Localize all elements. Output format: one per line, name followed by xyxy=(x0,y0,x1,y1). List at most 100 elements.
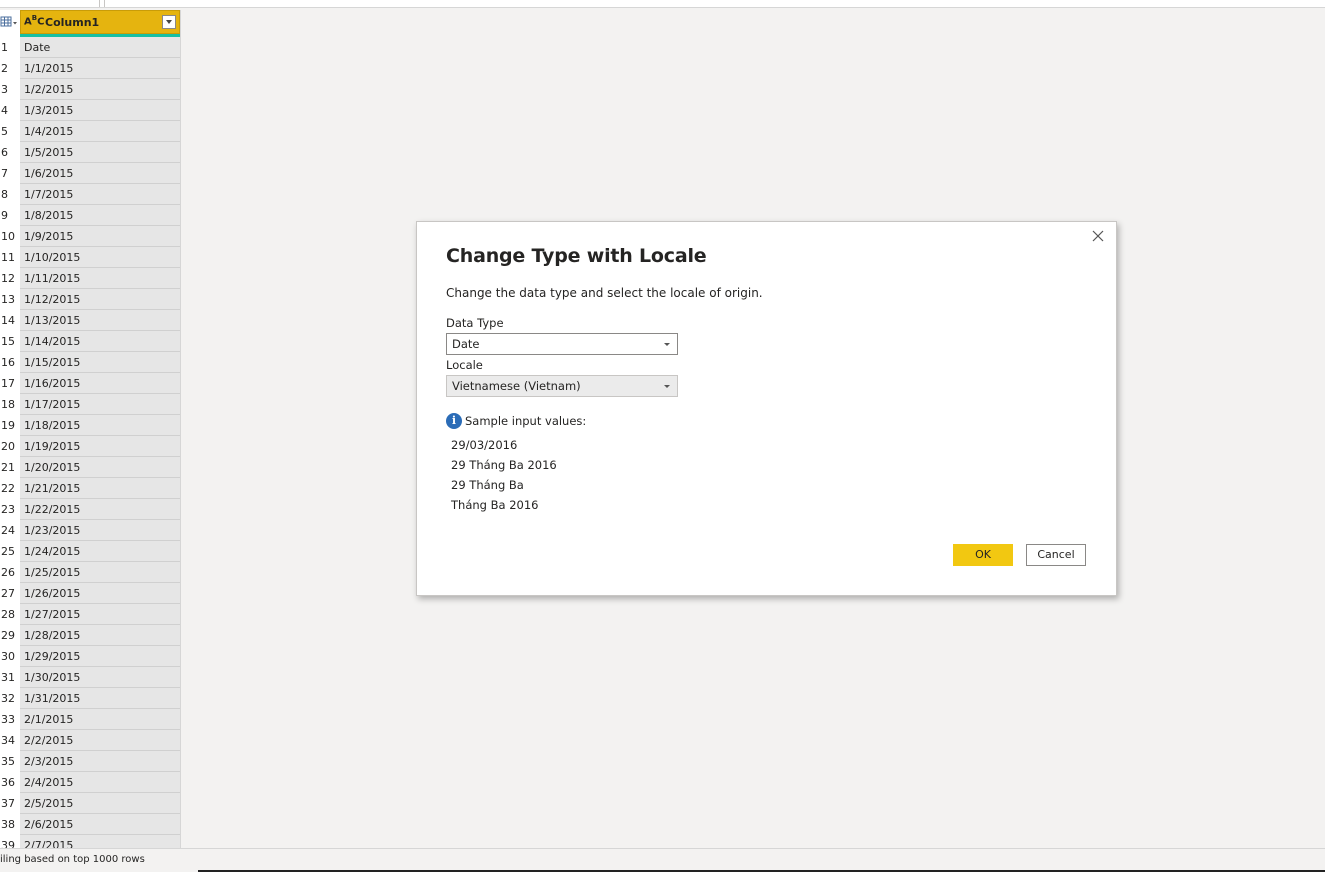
table-cell[interactable]: 1/13/2015 xyxy=(20,310,180,331)
table-cell[interactable]: 1/23/2015 xyxy=(20,520,180,541)
table-cell[interactable]: 1/8/2015 xyxy=(20,205,180,226)
table-row[interactable]: 9 1/8/2015 xyxy=(0,205,180,226)
table-cell[interactable]: 1/10/2015 xyxy=(20,247,180,268)
table-cell[interactable]: 1/25/2015 xyxy=(20,562,180,583)
table-cell[interactable]: 1/2/2015 xyxy=(20,79,180,100)
table-row[interactable]: 8 1/7/2015 xyxy=(0,184,180,205)
cancel-button[interactable]: Cancel xyxy=(1026,544,1086,566)
column-header-label: Column1 xyxy=(45,16,100,29)
table-row[interactable]: 28 1/27/2015 xyxy=(0,604,180,625)
row-number: 31 xyxy=(0,667,20,688)
table-menu-icon[interactable] xyxy=(0,14,19,31)
row-number: 8 xyxy=(0,184,20,205)
column-filter-dropdown-icon[interactable] xyxy=(162,15,176,29)
row-number: 29 xyxy=(0,625,20,646)
table-cell[interactable]: 1/1/2015 xyxy=(20,58,180,79)
table-cell[interactable]: 1/17/2015 xyxy=(20,394,180,415)
toolbar-divider xyxy=(104,0,105,7)
row-number: 37 xyxy=(0,793,20,814)
table-row[interactable]: 39 2/7/2015 xyxy=(0,835,180,848)
table-cell[interactable]: 1/22/2015 xyxy=(20,499,180,520)
table-row[interactable]: 10 1/9/2015 xyxy=(0,226,180,247)
table-cell[interactable]: 1/28/2015 xyxy=(20,625,180,646)
table-cell[interactable]: 1/27/2015 xyxy=(20,604,180,625)
table-row[interactable]: 24 1/23/2015 xyxy=(0,520,180,541)
locale-select[interactable]: Vietnamese (Vietnam) xyxy=(446,375,678,397)
table-row[interactable]: 14 1/13/2015 xyxy=(0,310,180,331)
table-cell[interactable]: 1/21/2015 xyxy=(20,478,180,499)
table-row[interactable]: 11 1/10/2015 xyxy=(0,247,180,268)
table-cell[interactable]: 1/26/2015 xyxy=(20,583,180,604)
table-row[interactable]: 36 2/4/2015 xyxy=(0,772,180,793)
table-row[interactable]: 33 2/1/2015 xyxy=(0,709,180,730)
table-row[interactable]: 13 1/12/2015 xyxy=(0,289,180,310)
table-cell[interactable]: 1/5/2015 xyxy=(20,142,180,163)
table-cell[interactable]: 1/19/2015 xyxy=(20,436,180,457)
table-row[interactable]: 20 1/19/2015 xyxy=(0,436,180,457)
table-row[interactable]: 6 1/5/2015 xyxy=(0,142,180,163)
table-row[interactable]: 5 1/4/2015 xyxy=(0,121,180,142)
table-row[interactable]: 34 2/2/2015 xyxy=(0,730,180,751)
table-row[interactable]: 38 2/6/2015 xyxy=(0,814,180,835)
table-cell[interactable]: 1/14/2015 xyxy=(20,331,180,352)
table-row[interactable]: 1 Date xyxy=(0,37,180,58)
table-row[interactable]: 29 1/28/2015 xyxy=(0,625,180,646)
table-cell[interactable]: 1/15/2015 xyxy=(20,352,180,373)
row-number: 25 xyxy=(0,541,20,562)
table-cell[interactable]: 1/3/2015 xyxy=(20,100,180,121)
table-row[interactable]: 19 1/18/2015 xyxy=(0,415,180,436)
dialog-subtitle: Change the data type and select the loca… xyxy=(446,286,763,300)
table-cell[interactable]: 1/7/2015 xyxy=(20,184,180,205)
table-cell[interactable]: Date xyxy=(20,37,180,58)
column-header-column1[interactable]: ABC Column1 xyxy=(20,10,180,34)
table-row[interactable]: 35 2/3/2015 xyxy=(0,751,180,772)
table-cell[interactable]: 1/9/2015 xyxy=(20,226,180,247)
table-row[interactable]: 16 1/15/2015 xyxy=(0,352,180,373)
table-cell[interactable]: 2/3/2015 xyxy=(20,751,180,772)
table-row[interactable]: 25 1/24/2015 xyxy=(0,541,180,562)
table-cell[interactable]: 2/7/2015 xyxy=(20,835,180,848)
table-cell[interactable]: 2/6/2015 xyxy=(20,814,180,835)
table-cell[interactable]: 1/31/2015 xyxy=(20,688,180,709)
table-row[interactable]: 18 1/17/2015 xyxy=(0,394,180,415)
table-row[interactable]: 30 1/29/2015 xyxy=(0,646,180,667)
table-row[interactable]: 7 1/6/2015 xyxy=(0,163,180,184)
table-row[interactable]: 21 1/20/2015 xyxy=(0,457,180,478)
table-row[interactable]: 27 1/26/2015 xyxy=(0,583,180,604)
table-row[interactable]: 23 1/22/2015 xyxy=(0,499,180,520)
row-number: 36 xyxy=(0,772,20,793)
table-cell[interactable]: 1/24/2015 xyxy=(20,541,180,562)
table-cell[interactable]: 2/5/2015 xyxy=(20,793,180,814)
table-row[interactable]: 15 1/14/2015 xyxy=(0,331,180,352)
row-number: 26 xyxy=(0,562,20,583)
table-cell[interactable]: 2/1/2015 xyxy=(20,709,180,730)
table-row[interactable]: 4 1/3/2015 xyxy=(0,100,180,121)
locale-value: Vietnamese (Vietnam) xyxy=(452,379,581,393)
data-type-select[interactable]: Date xyxy=(446,333,678,355)
table-cell[interactable]: 1/20/2015 xyxy=(20,457,180,478)
ok-button[interactable]: OK xyxy=(953,544,1013,566)
table-cell[interactable]: 1/16/2015 xyxy=(20,373,180,394)
table-cell[interactable]: 2/2/2015 xyxy=(20,730,180,751)
table-cell[interactable]: 1/12/2015 xyxy=(20,289,180,310)
table-row[interactable]: 37 2/5/2015 xyxy=(0,793,180,814)
table-cell[interactable]: 1/11/2015 xyxy=(20,268,180,289)
table-cell[interactable]: 1/4/2015 xyxy=(20,121,180,142)
table-row[interactable]: 32 1/31/2015 xyxy=(0,688,180,709)
table-cell[interactable]: 1/6/2015 xyxy=(20,163,180,184)
row-number: 1 xyxy=(0,37,20,58)
table-row[interactable]: 2 1/1/2015 xyxy=(0,58,180,79)
text-type-abc-icon[interactable]: ABC xyxy=(24,13,44,27)
row-number: 20 xyxy=(0,436,20,457)
table-cell[interactable]: 1/29/2015 xyxy=(20,646,180,667)
table-row[interactable]: 17 1/16/2015 xyxy=(0,373,180,394)
table-cell[interactable]: 1/30/2015 xyxy=(20,667,180,688)
close-icon[interactable] xyxy=(1090,228,1106,244)
table-row[interactable]: 31 1/30/2015 xyxy=(0,667,180,688)
table-row[interactable]: 26 1/25/2015 xyxy=(0,562,180,583)
table-cell[interactable]: 1/18/2015 xyxy=(20,415,180,436)
table-row[interactable]: 22 1/21/2015 xyxy=(0,478,180,499)
table-row[interactable]: 12 1/11/2015 xyxy=(0,268,180,289)
table-cell[interactable]: 2/4/2015 xyxy=(20,772,180,793)
table-row[interactable]: 3 1/2/2015 xyxy=(0,79,180,100)
